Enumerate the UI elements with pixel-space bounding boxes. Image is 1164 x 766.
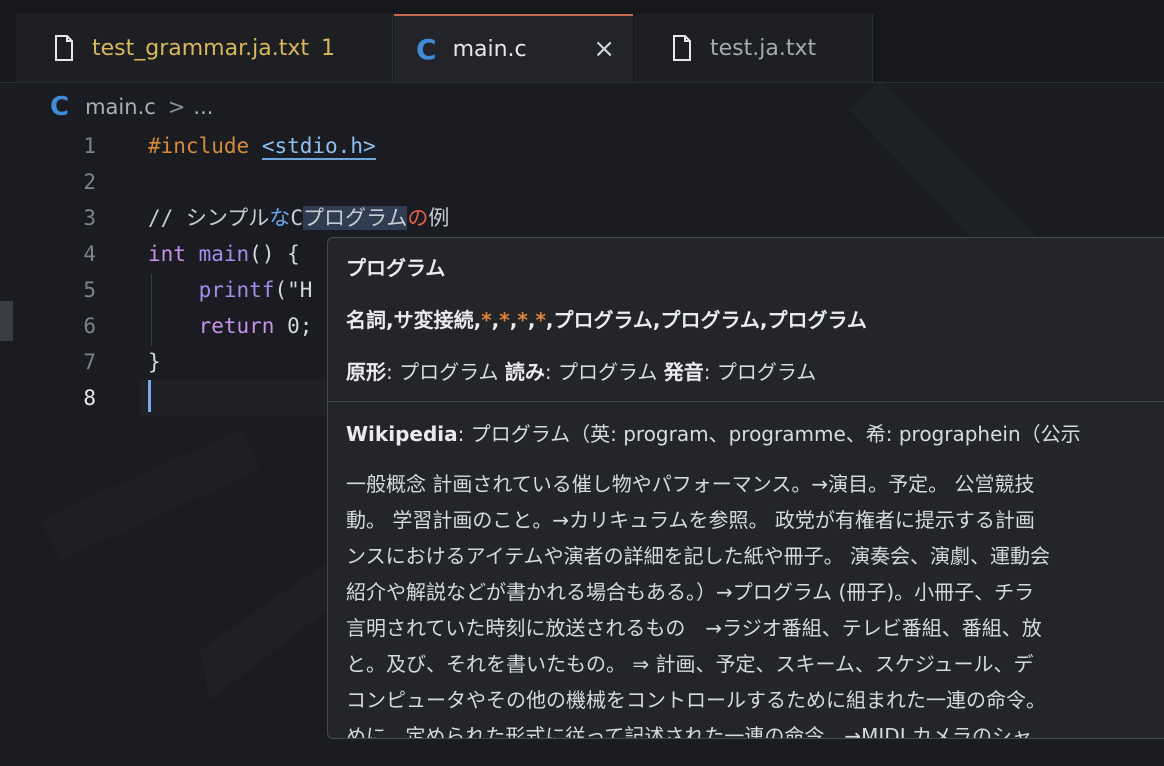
- code-line[interactable]: 1 #include <stdio.h>: [0, 128, 1164, 164]
- chevron-right-icon: >: [167, 95, 186, 119]
- hover-tooltip: プログラム 名詞,サ変接続,*,*,*,*,プログラム,プログラム,プログラム …: [327, 237, 1164, 739]
- line-number: 4: [83, 242, 96, 266]
- wiki-text-line: と。及び、それを書いたもの。 ⇒ 計画、予定、スキーム、スケジュール、デ: [346, 652, 1034, 676]
- line-number: 7: [83, 350, 96, 374]
- wiki-text-line: コンピュータやその他の機械をコントロールするために組まれた一連の命令。: [346, 688, 1046, 712]
- problem-count-badge: 1: [320, 35, 335, 61]
- wiki-text-line: 動。 学習計画のこと。→カリキュラムを参照。 政党が有権者に提示する計画: [346, 508, 1035, 532]
- wiki-text-line: ンスにおけるアイテムや演者の詳細を記した紙や冊子。 演奏会、演劇、運動会: [346, 544, 1050, 568]
- include-directive: #include: [148, 134, 250, 158]
- line-number: 1: [83, 134, 96, 158]
- wiki-text-line: 一般概念 計画されている催し物やパフォーマンス。→演目。予定。 公営競技: [346, 472, 1035, 496]
- close-icon[interactable]: ×: [593, 34, 615, 64]
- tab-test-grammar[interactable]: test_grammar.ja.txt 1: [16, 14, 393, 82]
- code-line[interactable]: 2: [0, 164, 1164, 200]
- hovered-word[interactable]: プログラム: [302, 206, 408, 230]
- tab-test-ja[interactable]: test.ja.txt: [634, 14, 873, 82]
- tab-label: main.c: [452, 36, 527, 62]
- code-line[interactable]: 3 // シンプルなCプログラムの例: [0, 200, 1164, 236]
- file-icon: [54, 35, 74, 61]
- line-number: 6: [83, 314, 96, 338]
- breadcrumb-more[interactable]: ...: [193, 95, 213, 119]
- c-language-icon: C: [416, 32, 437, 66]
- tab-main-c[interactable]: C main.c ×: [394, 14, 633, 82]
- line-number: 8: [83, 386, 96, 410]
- wiki-text-line: 紹介や解説などが書かれる場合もある。）→プログラム (冊子)。小冊子、チラ: [346, 580, 1035, 604]
- tab-bar: test_grammar.ja.txt 1 C main.c × test.ja…: [0, 0, 1164, 83]
- wiki-text-line: 言明されていた時刻に放送されるもの →ラジオ番組、テレビ番組、番組、放: [346, 616, 1042, 640]
- comment: // シンプルなCプログラムの例: [148, 206, 450, 230]
- hover-title: プログラム: [346, 256, 446, 280]
- text-cursor: [148, 380, 151, 412]
- line-number: 3: [83, 206, 96, 230]
- wikipedia-heading: Wikipedia: プログラム（英: program、programme、希:…: [346, 422, 1081, 446]
- forms-line: 原形: プログラム 読み: プログラム 発音: プログラム: [346, 360, 817, 384]
- include-header-link[interactable]: <stdio.h>: [261, 134, 376, 160]
- breadcrumb: C main.c > ...: [50, 90, 213, 124]
- tab-label: test_grammar.ja.txt: [92, 35, 309, 61]
- line-number: 5: [83, 278, 96, 302]
- c-language-icon: C: [50, 92, 70, 122]
- part-of-speech-line: 名詞,サ変接続,*,*,*,*,プログラム,プログラム,プログラム: [346, 308, 867, 332]
- divider: [328, 401, 1164, 402]
- line-number: 2: [83, 170, 96, 194]
- breadcrumb-file[interactable]: main.c: [85, 95, 156, 119]
- wiki-text-line: めに、定められた形式に従って記述された一連の命令。→MIDI,カメラのシャ: [346, 724, 1032, 739]
- tab-label: test.ja.txt: [710, 35, 817, 61]
- file-icon: [672, 35, 692, 61]
